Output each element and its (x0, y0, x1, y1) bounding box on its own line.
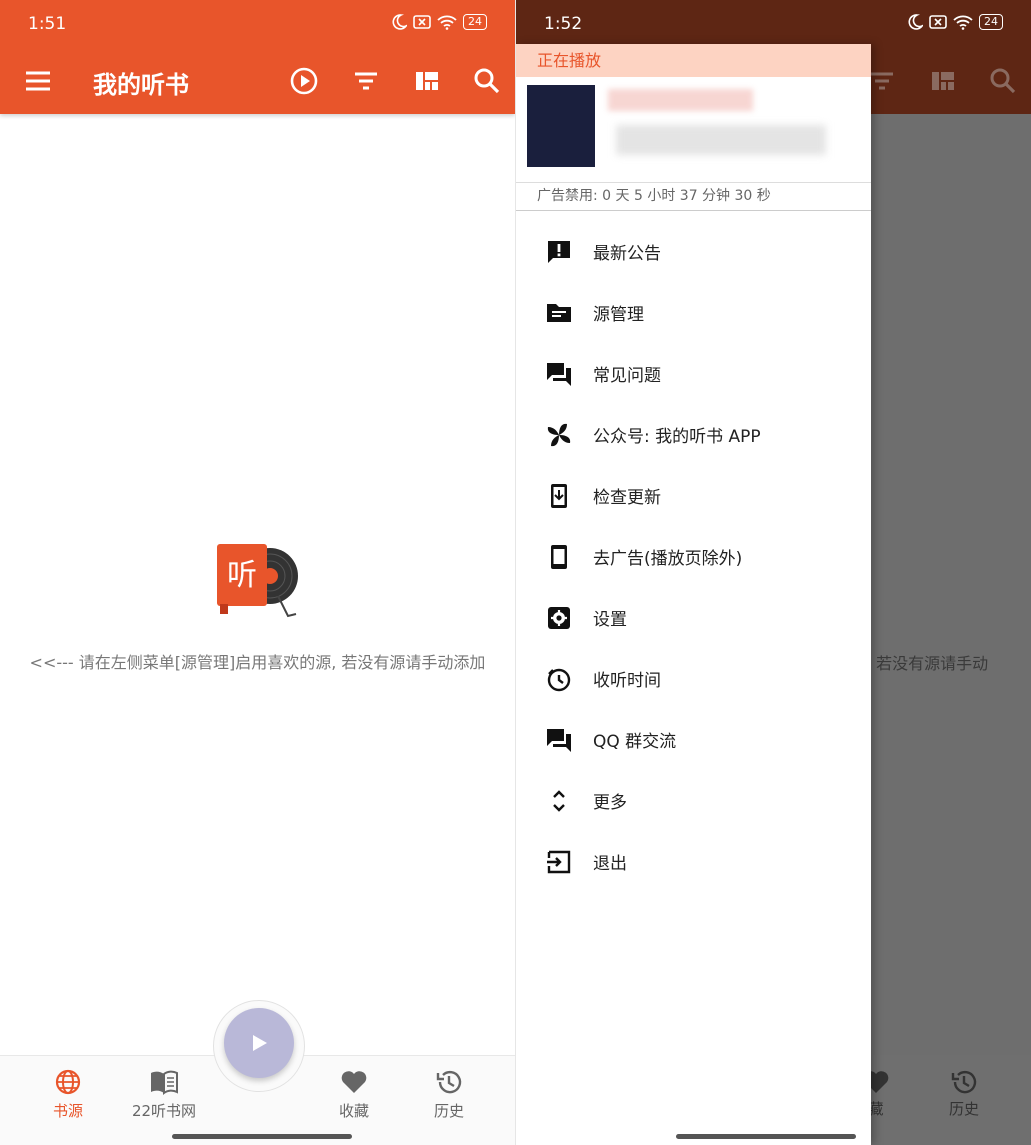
now-playing-header: 正在播放 (516, 44, 871, 77)
settings-icon (548, 606, 570, 629)
drawer-menu: 最新公告 源管理 常见问题 公众号: 我的听书 APP 检查更新 去广告(播放页… (516, 221, 871, 892)
status-time: 1:52 (544, 14, 583, 34)
menu-item-qq-group[interactable]: QQ 群交流 (516, 709, 871, 770)
layout-icon[interactable] (411, 65, 443, 97)
menu-item-announcement[interactable]: 最新公告 (516, 221, 871, 282)
main-screen: 1:51 24 我的听书 听 <<--- 请在左侧菜单[源管理]启用喜欢的源, … (0, 0, 515, 1145)
status-bar: 1:51 24 (0, 0, 515, 48)
menu-item-settings[interactable]: 设置 (516, 587, 871, 648)
menu-label: 去广告(播放页除外) (593, 549, 743, 569)
update-download-icon (551, 483, 567, 508)
drawer-open-screen: 1:52 24 , 若没有源请手动 藏 历史 正在播放 广告禁用: 0 天 5 … (516, 0, 1031, 1145)
exit-icon (547, 850, 571, 873)
empty-state-message: <<--- 请在左侧菜单[源管理]启用喜欢的源, 若没有源请手动添加 (29, 653, 486, 672)
menu-label: 公众号: 我的听书 APP (593, 427, 761, 447)
filter-icon[interactable] (350, 65, 382, 97)
menu-label: 常见问题 (593, 366, 661, 386)
nav-item-22tingshu[interactable]: 22听书网 (119, 1068, 209, 1121)
nav-label: 历史 (433, 1102, 464, 1120)
sim-off-icon (929, 15, 947, 29)
page-title: 我的听书 (93, 71, 189, 99)
home-indicator (676, 1134, 856, 1139)
nav-label: 历史 (948, 1100, 979, 1118)
book-open-icon (151, 1070, 178, 1095)
nav-label: 书源 (52, 1102, 83, 1120)
menu-item-check-update[interactable]: 检查更新 (516, 465, 871, 526)
history-icon (951, 1070, 977, 1094)
menu-item-wechat-account[interactable]: 公众号: 我的听书 APP (516, 404, 871, 465)
play-circle-icon[interactable] (288, 65, 320, 97)
menu-label: 检查更新 (593, 488, 661, 508)
pinwheel-icon (547, 423, 571, 446)
status-time: 1:51 (28, 14, 67, 34)
history-icon (436, 1070, 462, 1094)
nav-item-book-source[interactable]: 书源 (23, 1068, 113, 1121)
sim-off-icon (413, 15, 431, 29)
forum-icon (547, 362, 571, 386)
menu-item-source-management[interactable]: 源管理 (516, 282, 871, 343)
menu-label: 设置 (593, 610, 627, 630)
menu-label: QQ 群交流 (593, 732, 677, 752)
menu-item-remove-ads[interactable]: 去广告(播放页除外) (516, 526, 871, 587)
menu-item-listening-time[interactable]: 收听时间 (516, 648, 871, 709)
ad-disabled-timer: 广告禁用: 0 天 5 小时 37 分钟 30 秒 (516, 183, 871, 211)
folder-icon (547, 303, 571, 322)
nav-label: 22听书网 (131, 1102, 197, 1120)
menu-label: 源管理 (593, 305, 644, 325)
announcement-icon (548, 240, 570, 263)
moon-icon (908, 14, 923, 30)
app-logo-icon: 听 (217, 544, 298, 618)
globe-icon (55, 1069, 81, 1095)
book-cover (527, 85, 595, 167)
app-bar: 我的听书 (0, 48, 515, 114)
menu-item-exit[interactable]: 退出 (516, 831, 871, 892)
menu-label: 更多 (593, 793, 627, 813)
timer-icon (547, 668, 571, 691)
status-bar: 1:52 24 (516, 0, 1031, 48)
battery-icon: 24 (979, 14, 1003, 30)
nav-label: 收藏 (338, 1102, 369, 1120)
logo-text: 听 (227, 558, 257, 593)
now-playing-subtitle-blurred (616, 125, 826, 155)
search-icon (990, 68, 1016, 94)
menu-item-more[interactable]: 更多 (516, 770, 871, 831)
home-indicator (172, 1134, 352, 1139)
play-icon (253, 1035, 267, 1051)
play-fab[interactable] (224, 1008, 294, 1078)
nav-drawer: 正在播放 广告禁用: 0 天 5 小时 37 分钟 30 秒 最新公告 源管理 … (516, 44, 871, 1145)
empty-state-message-dimmed: , 若没有源请手动 (866, 654, 989, 673)
phone-icon (551, 544, 567, 569)
expand-icon (553, 789, 565, 812)
heart-icon (341, 1071, 367, 1093)
chat-icon (547, 728, 571, 752)
menu-label: 收听时间 (593, 671, 661, 691)
nav-item-history-dimmed: 历史 (934, 1068, 994, 1119)
nav-item-history[interactable]: 历史 (404, 1068, 494, 1121)
menu-icon[interactable] (22, 65, 54, 97)
battery-icon: 24 (463, 14, 487, 30)
nav-item-favorites[interactable]: 收藏 (309, 1068, 399, 1121)
now-playing-card[interactable] (516, 77, 871, 183)
layout-icon (932, 72, 954, 90)
menu-label: 最新公告 (593, 244, 661, 264)
menu-label: 退出 (593, 854, 627, 874)
search-icon[interactable] (471, 65, 503, 97)
menu-item-faq[interactable]: 常见问题 (516, 343, 871, 404)
wifi-icon (953, 15, 973, 30)
wifi-icon (437, 15, 457, 30)
moon-icon (392, 14, 407, 30)
now-playing-title-blurred (608, 89, 753, 111)
